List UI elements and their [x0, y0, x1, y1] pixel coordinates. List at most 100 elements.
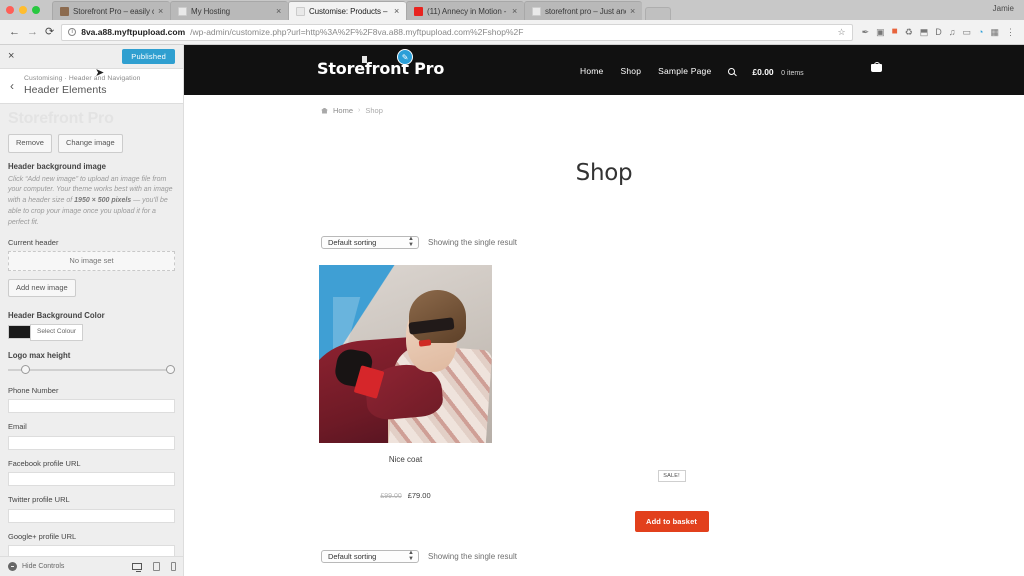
customizer-stage: × Published ‹ Customising · Header and N… [0, 45, 1024, 576]
music-extension-icon[interactable]: ♫ [949, 27, 956, 37]
cart-item-count: 0 items [781, 70, 804, 77]
search-icon[interactable] [728, 67, 736, 75]
result-count: Showing the single result [428, 238, 517, 247]
change-image-button[interactable]: Change image [57, 134, 123, 153]
extensions-tray: ✒ ▣ ■ ♻ ⬒ D ♫ ▭ ◔ ▦ ⋮ [860, 27, 1015, 37]
url-path: /wp-admin/customize.php?url=http%3A%2F%2… [190, 27, 524, 37]
browser-tab[interactable]: storefront pro – Just another W × [524, 1, 642, 20]
browser-tab[interactable]: Storefront Pro – easily custom × [52, 1, 170, 20]
customizer-sidebar: × Published ‹ Customising · Header and N… [0, 45, 184, 576]
color-picker-row[interactable]: Select Colour [8, 324, 175, 341]
hide-controls-label: Hide Controls [22, 563, 65, 570]
facebook-url-input[interactable] [8, 472, 175, 487]
tab-favicon [60, 6, 69, 16]
tab-close-icon[interactable]: × [512, 6, 520, 16]
basket-icon[interactable] [871, 62, 882, 72]
header-background-color-label: Header Background Color [8, 311, 105, 321]
phone-number-input[interactable] [8, 399, 175, 414]
desktop-preview-icon[interactable] [132, 563, 142, 573]
close-customizer-button[interactable]: × [8, 51, 14, 62]
reload-icon[interactable]: ⟳ [45, 26, 54, 38]
tab-close-icon[interactable]: × [394, 6, 402, 16]
maximize-window-button[interactable] [32, 6, 40, 14]
add-to-basket-button[interactable]: Add to basket [634, 511, 709, 532]
sorting-select-value: Default sorting [328, 238, 377, 247]
pen-extension-icon[interactable]: ✒ [862, 27, 870, 37]
site-logo-text: Storefront Pro [317, 59, 445, 78]
site-info-icon[interactable]: i [68, 28, 77, 36]
phone-number-label: Phone Number [8, 385, 59, 395]
breadcrumb-home-link[interactable]: Home [333, 106, 353, 115]
current-header-label: Current header [8, 237, 59, 247]
minimize-window-button[interactable] [19, 6, 27, 14]
tab-close-icon[interactable]: × [276, 6, 284, 16]
sorting-select-bottom[interactable]: Default sorting ▲ ▼ [321, 550, 419, 563]
c-extension-icon[interactable]: ◔ [978, 27, 983, 37]
cast-extension-icon[interactable]: ⬒ [920, 27, 929, 37]
twitter-url-input[interactable] [8, 508, 175, 523]
tab-title: (11) Annecy in Motion - 4K - T [427, 6, 508, 16]
googleplus-url-label: Google+ profile URL [8, 531, 77, 541]
nav-item-sample-page[interactable]: Sample Page [658, 66, 711, 76]
browser-menu-icon[interactable]: ⋮ [1006, 27, 1015, 37]
email-label: Email [8, 422, 27, 432]
customizer-controls: Remove Change image Header background im… [0, 134, 183, 576]
tab-title: My Hosting [191, 6, 231, 16]
close-window-button[interactable] [6, 6, 14, 14]
window-traffic-lights[interactable] [6, 6, 40, 14]
mobile-preview-icon[interactable] [171, 562, 176, 571]
email-input[interactable] [8, 435, 175, 450]
device-preview-switcher[interactable] [132, 562, 176, 573]
edit-shortcut-pencil-icon[interactable]: ✎ [397, 49, 413, 65]
browser-profile-name[interactable]: Jamie [993, 4, 1014, 13]
slider-handle-max[interactable] [166, 364, 175, 374]
sorting-select[interactable]: Default sorting ▲ ▼ [321, 236, 419, 249]
back-chevron-icon[interactable]: ‹ [0, 80, 24, 92]
back-icon[interactable]: ← [9, 26, 20, 38]
orange-extension-icon[interactable]: ■ [892, 27, 898, 37]
product-title[interactable]: Nice coat [319, 455, 492, 464]
add-new-image-button[interactable]: Add new image [8, 278, 76, 298]
tablet-preview-icon[interactable] [153, 562, 160, 571]
recycle-extension-icon[interactable]: ♻ [905, 27, 913, 37]
breadcrumb-current: Shop [365, 106, 383, 115]
logo-building-icon [362, 56, 367, 63]
select-colour-button[interactable]: Select Colour [30, 324, 84, 341]
bookmark-star-icon[interactable]: ☆ [838, 27, 846, 38]
logo-max-height-slider[interactable] [8, 364, 175, 376]
site-header: Storefront Pro ✎ Home Shop Sample Page £… [184, 45, 1024, 95]
tab-close-icon[interactable]: × [630, 6, 638, 16]
home-icon [321, 107, 328, 114]
color-swatch[interactable] [8, 325, 30, 340]
hide-controls-button[interactable]: Hide Controls [8, 562, 64, 571]
product-card[interactable]: Nice coat SALE! £99.00 £79.00 Add to bas… [184, 265, 1024, 532]
basket-body [871, 64, 882, 72]
page-title: Header Elements [24, 84, 107, 96]
nav-item-home[interactable]: Home [580, 66, 603, 76]
grid-extension-icon[interactable]: ▦ [990, 27, 999, 37]
browser-tab-active[interactable]: Customise: Products – Pootle × [288, 1, 406, 20]
nav-item-shop[interactable]: Shop [620, 66, 641, 76]
customizer-topbar: × Published [0, 45, 183, 69]
site-logo-wrap[interactable]: Storefront Pro ✎ [317, 49, 445, 78]
site-logo[interactable]: Storefront Pro ✎ [317, 49, 445, 78]
product-old-price: £99.00 [380, 493, 402, 500]
slider-handle-min[interactable] [21, 364, 30, 374]
browser-tab[interactable]: (11) Annecy in Motion - 4K - T × [406, 1, 524, 20]
publish-button[interactable]: Published [122, 49, 175, 64]
new-tab-button[interactable] [645, 7, 671, 20]
camera-extension-icon[interactable]: ▣ [876, 27, 885, 37]
product-image[interactable] [319, 265, 492, 443]
header-background-image-label: Header background image [8, 161, 106, 171]
forward-icon[interactable]: → [27, 26, 38, 38]
no-image-set-placeholder: No image set [8, 250, 175, 271]
browser-tab[interactable]: My Hosting × [170, 1, 288, 20]
image-action-buttons: Remove Change image [8, 134, 175, 153]
remove-button[interactable]: Remove [8, 134, 52, 153]
d-extension-icon[interactable]: D [935, 27, 942, 37]
bag-extension-icon[interactable]: ▭ [963, 27, 972, 37]
tab-close-icon[interactable]: × [158, 6, 166, 16]
mouse-cursor-icon: ➤ [95, 67, 105, 79]
address-bar[interactable]: i 8va.a88.myftpupload.com /wp-admin/cust… [61, 23, 853, 41]
cart-total[interactable]: £0.00 0 items [752, 62, 803, 80]
